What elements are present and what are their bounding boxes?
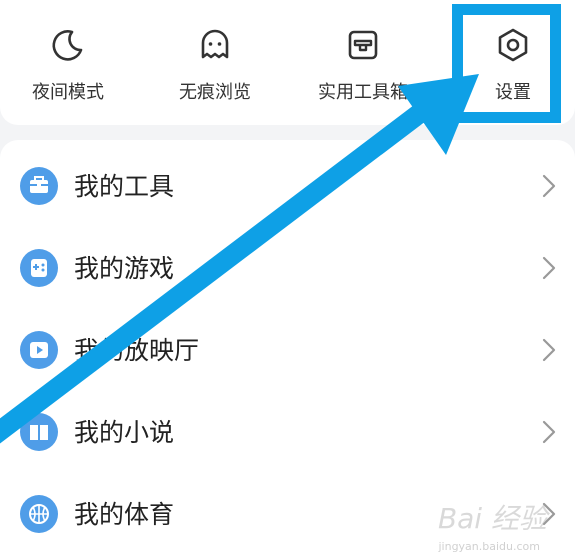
menu-item-label: 我的小说 [74, 418, 175, 447]
menu-item-my-theater[interactable]: 我的放映厅 [0, 309, 575, 391]
watermark-subtext: jingyan.baidu.com [438, 540, 540, 553]
my-menu-list: 我的工具 我的游戏 我的放映厅 我的小说 我的体育 [0, 140, 575, 555]
moon-icon [47, 24, 89, 66]
night-mode-label: 夜间模式 [32, 82, 104, 103]
basketball-icon [20, 495, 58, 533]
toolbox-label: 实用工具箱 [318, 82, 408, 103]
menu-item-label: 我的放映厅 [74, 336, 200, 365]
menu-item-label: 我的游戏 [74, 254, 175, 283]
chevron-right-icon [541, 173, 557, 199]
toolbox-icon [342, 24, 384, 66]
game-controller-icon [20, 249, 58, 287]
menu-item-label: 我的工具 [74, 172, 175, 201]
annotation-highlight-box [452, 4, 561, 123]
briefcase-icon [20, 167, 58, 205]
menu-item-my-tools[interactable]: 我的工具 [0, 145, 575, 227]
chevron-right-icon [541, 255, 557, 281]
menu-item-my-novels[interactable]: 我的小说 [0, 391, 575, 473]
chevron-right-icon [541, 337, 557, 363]
chevron-right-icon [541, 419, 557, 445]
video-play-icon [20, 331, 58, 369]
watermark-text: Bai 经验 [437, 502, 547, 535]
ghost-icon [194, 24, 236, 66]
incognito-browsing-label: 无痕浏览 [179, 82, 251, 103]
menu-item-my-games[interactable]: 我的游戏 [0, 227, 575, 309]
book-icon [20, 413, 58, 451]
incognito-browsing-button[interactable]: 无痕浏览 [155, 0, 275, 125]
menu-item-label: 我的体育 [74, 500, 175, 529]
toolbox-button[interactable]: 实用工具箱 [303, 0, 423, 125]
night-mode-button[interactable]: 夜间模式 [8, 0, 128, 125]
